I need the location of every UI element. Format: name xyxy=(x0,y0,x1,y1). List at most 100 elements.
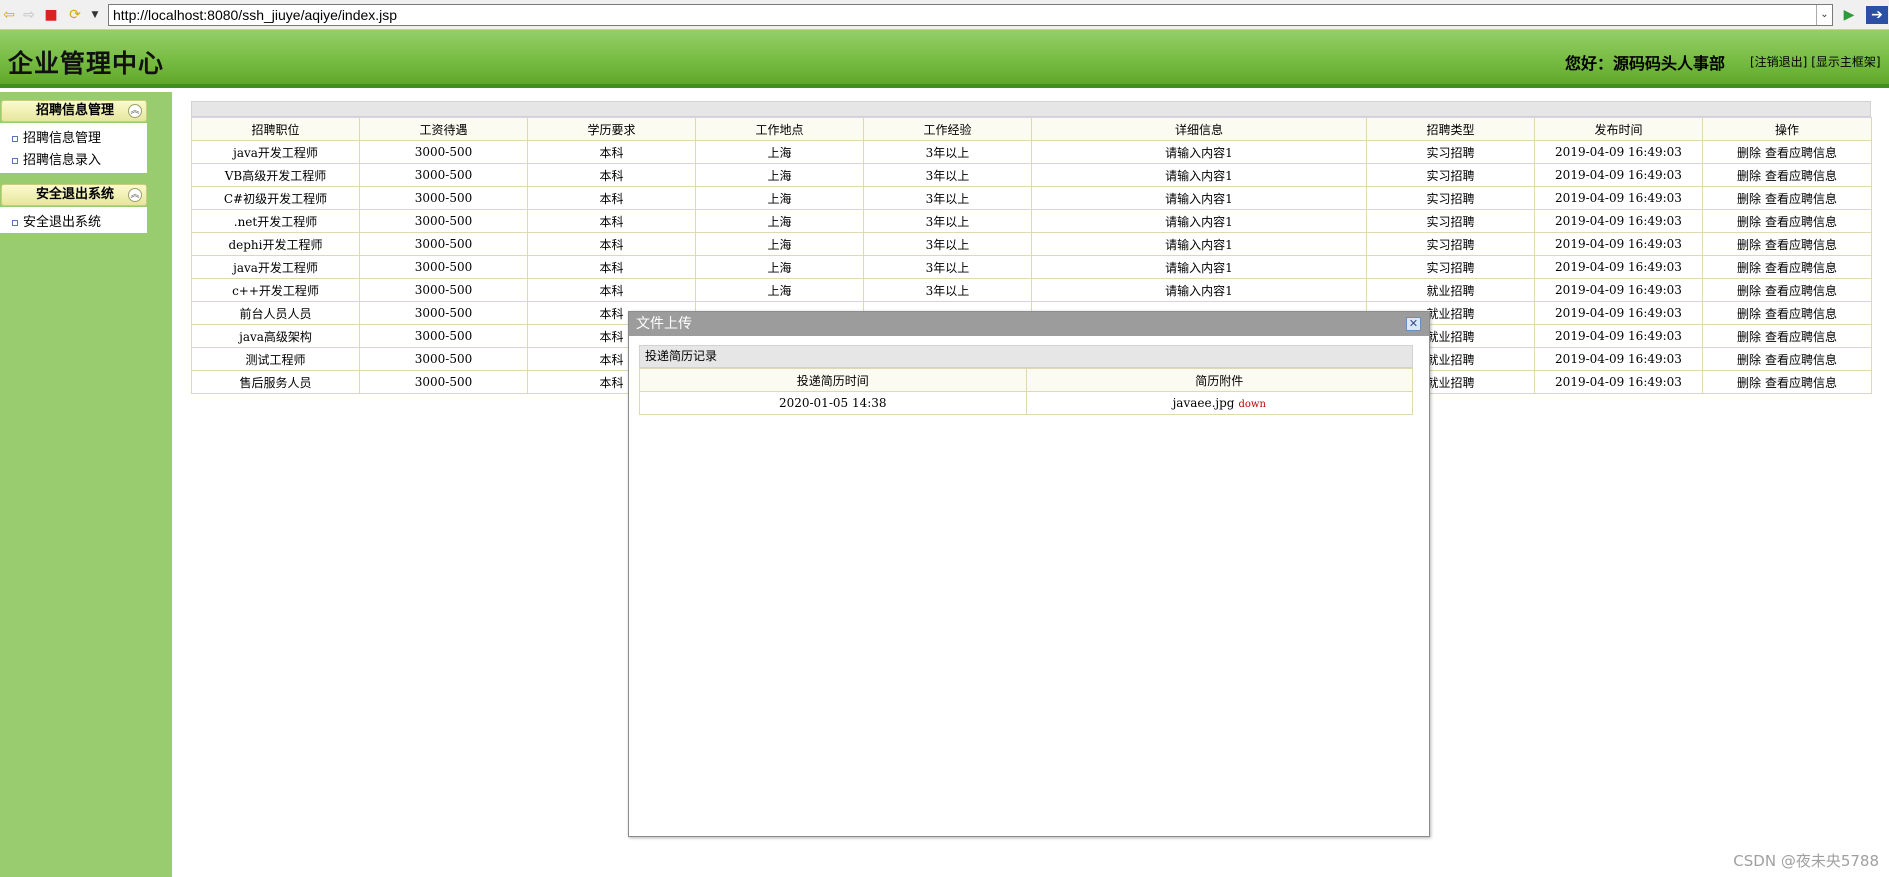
dialog-content: 投递简历记录 投递简历时间 简历附件 2020-01-05 14:38 java… xyxy=(639,345,1413,415)
col-header: 简历附件 xyxy=(1025,368,1413,392)
view-applications-link[interactable]: 查看应聘信息 xyxy=(1765,238,1837,252)
table-cell: 上海 xyxy=(695,255,864,279)
navigate-icon[interactable]: ➔ xyxy=(1866,6,1888,24)
dialog-titlebar[interactable]: 文件上传 ✕ xyxy=(629,312,1429,336)
table-cell: 上海 xyxy=(695,163,864,187)
view-applications-link[interactable]: 查看应聘信息 xyxy=(1765,376,1837,390)
table-cell: 本科 xyxy=(527,278,696,302)
sidebar-item-recruitment-manage[interactable]: 招聘信息管理 xyxy=(12,127,101,146)
collapse-icon[interactable]: ︽ xyxy=(128,104,142,118)
collapse-icon[interactable]: ︽ xyxy=(128,188,142,202)
view-applications-link[interactable]: 查看应聘信息 xyxy=(1765,215,1837,229)
delete-link[interactable]: 删除 xyxy=(1737,330,1761,344)
table-cell: 3000-500 xyxy=(359,347,528,371)
action-cell: 删除 查看应聘信息 xyxy=(1702,163,1872,187)
table-cell: 2019-04-09 16:49:03 xyxy=(1534,209,1703,233)
view-applications-link[interactable]: 查看应聘信息 xyxy=(1765,146,1837,160)
delete-link[interactable]: 删除 xyxy=(1737,146,1761,160)
table-cell: 请输入内容1 xyxy=(1031,278,1367,302)
delete-link[interactable]: 删除 xyxy=(1737,238,1761,252)
close-icon[interactable]: ✕ xyxy=(1406,317,1421,331)
col-header: 学历要求 xyxy=(527,117,696,141)
address-url: http://localhost:8080/ssh_jiuye/aqiye/in… xyxy=(113,7,398,23)
sidebar-group-recruitment[interactable]: 招聘信息管理 ︽ xyxy=(1,100,147,122)
table-cell: 实习招聘 xyxy=(1366,140,1535,164)
address-bar[interactable]: http://localhost:8080/ssh_jiuye/aqiye/in… xyxy=(108,4,1833,26)
sidebar-item-logout[interactable]: 安全退出系统 xyxy=(12,211,101,230)
delete-link[interactable]: 删除 xyxy=(1737,215,1761,229)
table-cell: 3年以上 xyxy=(863,232,1032,256)
action-cell: 删除 查看应聘信息 xyxy=(1702,370,1872,394)
sidebar-group-title: 招聘信息管理 xyxy=(36,103,115,118)
table-cell: 实习招聘 xyxy=(1366,163,1535,187)
browser-toolbar: ⇦ ⇨ ■ ⟳ ▼ http://localhost:8080/ssh_jiuy… xyxy=(0,0,1889,30)
delete-link[interactable]: 删除 xyxy=(1737,169,1761,183)
view-applications-link[interactable]: 查看应聘信息 xyxy=(1765,307,1837,321)
action-cell: 删除 查看应聘信息 xyxy=(1702,255,1872,279)
record-file-cell: javaee.jpg down xyxy=(1025,391,1413,415)
table-cell: 上海 xyxy=(695,140,864,164)
table-cell: 本科 xyxy=(527,232,696,256)
show-frame-link[interactable]: [显示主框架] xyxy=(1811,55,1880,69)
col-header: 操作 xyxy=(1702,117,1872,141)
view-applications-link[interactable]: 查看应聘信息 xyxy=(1765,330,1837,344)
table-cell: 上海 xyxy=(695,209,864,233)
sidebar-panel-logout: 安全退出系统 xyxy=(0,207,147,233)
col-header: 详细信息 xyxy=(1031,117,1367,141)
table-cell: 2019-04-09 16:49:03 xyxy=(1534,370,1703,394)
table-cell: c++开发工程师 xyxy=(191,278,360,302)
table-cell: 3000-500 xyxy=(359,255,528,279)
record-header-row: 投递简历时间 简历附件 xyxy=(639,368,1413,392)
sidebar-group-logout[interactable]: 安全退出系统 ︽ xyxy=(1,184,147,206)
table-cell: 2019-04-09 16:49:03 xyxy=(1534,324,1703,348)
view-applications-link[interactable]: 查看应聘信息 xyxy=(1765,284,1837,298)
table-header-row: 招聘职位 工资待遇 学历要求 工作地点 工作经验 详细信息 招聘类型 发布时间 … xyxy=(191,117,1872,141)
table-cell: 就业招聘 xyxy=(1366,278,1535,302)
table-cell: 实习招聘 xyxy=(1366,209,1535,233)
table-cell: 2019-04-09 16:49:03 xyxy=(1534,186,1703,210)
go-icon[interactable]: ▶ xyxy=(1840,6,1858,24)
address-dropdown-icon[interactable]: ⌄ xyxy=(1816,5,1832,25)
forward-icon[interactable]: ⇨ xyxy=(20,6,38,24)
table-cell: java开发工程师 xyxy=(191,140,360,164)
view-applications-link[interactable]: 查看应聘信息 xyxy=(1765,353,1837,367)
table-cell: 本科 xyxy=(527,163,696,187)
view-applications-link[interactable]: 查看应聘信息 xyxy=(1765,261,1837,275)
table-cell: 3000-500 xyxy=(359,324,528,348)
delete-link[interactable]: 删除 xyxy=(1737,307,1761,321)
history-dropdown-icon[interactable]: ▼ xyxy=(86,6,104,24)
col-header: 招聘职位 xyxy=(191,117,360,141)
table-row: .net开发工程师 3000-500 本科 上海 3年以上 请输入内容1 实习招聘 2019-… xyxy=(191,209,1872,233)
action-cell: 删除 查看应聘信息 xyxy=(1702,186,1872,210)
delete-link[interactable]: 删除 xyxy=(1737,284,1761,298)
stop-icon[interactable]: ■ xyxy=(42,6,60,24)
table-cell: 上海 xyxy=(695,278,864,302)
view-applications-link[interactable]: 查看应聘信息 xyxy=(1765,169,1837,183)
logout-link[interactable]: [注销退出] xyxy=(1750,55,1807,69)
delete-link[interactable]: 删除 xyxy=(1737,192,1761,206)
action-cell: 删除 查看应聘信息 xyxy=(1702,347,1872,371)
table-cell: C#初级开发工程师 xyxy=(191,186,360,210)
download-link[interactable]: down xyxy=(1239,399,1266,410)
back-icon[interactable]: ⇦ xyxy=(0,6,18,24)
refresh-icon[interactable]: ⟳ xyxy=(66,6,84,24)
sidebar-item-label: 招聘信息管理 xyxy=(23,131,102,146)
resume-file-name: javaee.jpg xyxy=(1172,396,1235,410)
page-title: 企业管理中心 xyxy=(8,49,165,78)
sidebar-item-recruitment-entry[interactable]: 招聘信息录入 xyxy=(12,149,101,168)
col-header: 工作经验 xyxy=(863,117,1032,141)
delete-link[interactable]: 删除 xyxy=(1737,261,1761,275)
table-cell: 请输入内容1 xyxy=(1031,186,1367,210)
col-header: 投递简历时间 xyxy=(639,368,1027,392)
delete-link[interactable]: 删除 xyxy=(1737,353,1761,367)
file-upload-dialog: 文件上传 ✕ 投递简历记录 投递简历时间 简历附件 2020-01-05 14:… xyxy=(628,311,1430,837)
table-cell: 3000-500 xyxy=(359,163,528,187)
table-cell: 3000-500 xyxy=(359,232,528,256)
table-cell: 2019-04-09 16:49:03 xyxy=(1534,140,1703,164)
view-applications-link[interactable]: 查看应聘信息 xyxy=(1765,192,1837,206)
table-cell: 3000-500 xyxy=(359,278,528,302)
action-cell: 删除 查看应聘信息 xyxy=(1702,140,1872,164)
table-cell: 前台人员人员 xyxy=(191,301,360,325)
delete-link[interactable]: 删除 xyxy=(1737,376,1761,390)
bullet-icon xyxy=(12,219,18,226)
